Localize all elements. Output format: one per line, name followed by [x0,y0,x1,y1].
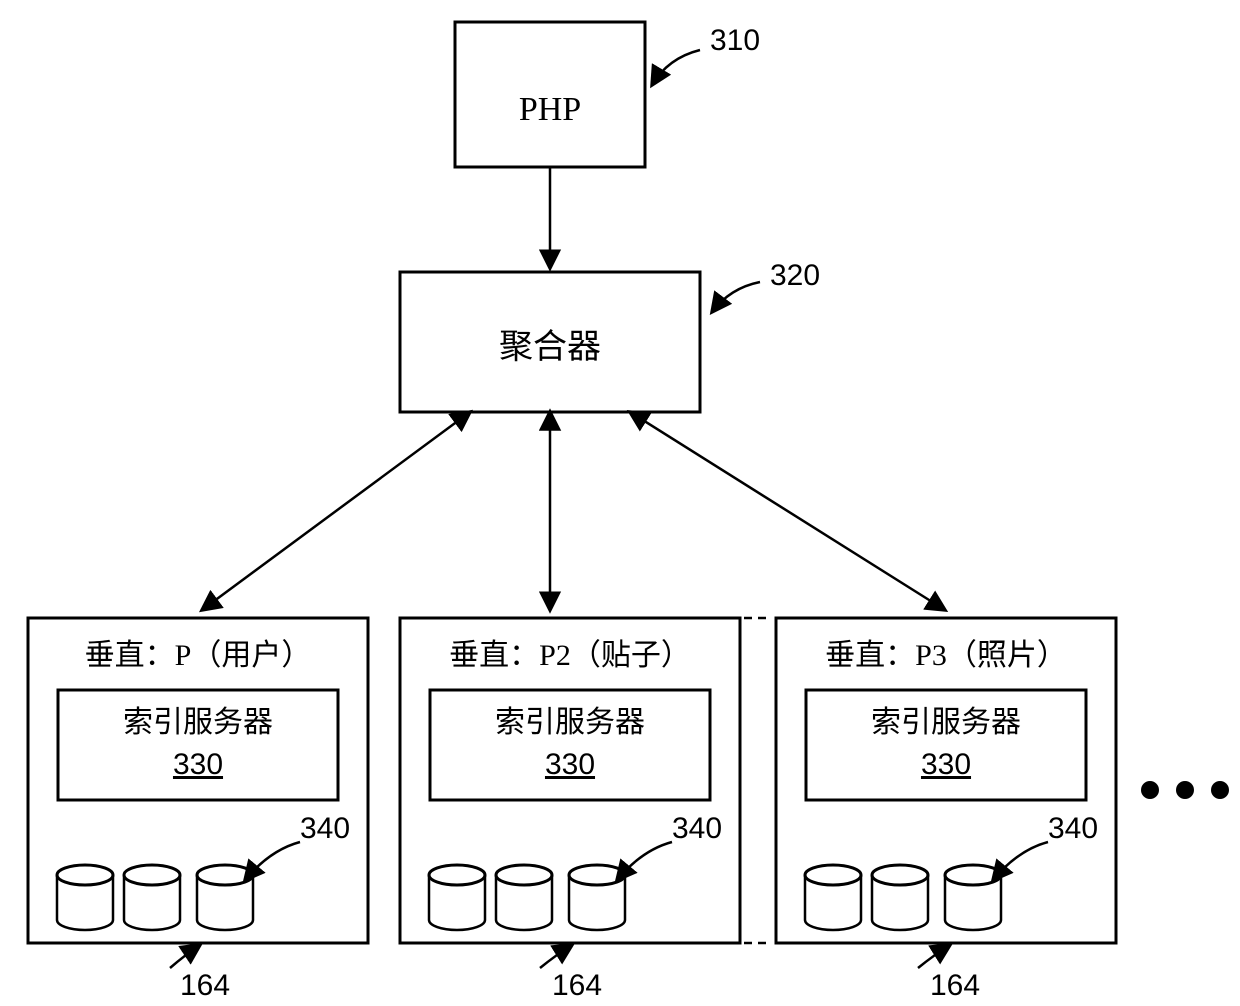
vertical-3: 垂直：P3（照片） 索引服务器 330 340 164 [776,618,1116,1002]
ref-164-2: 164 [552,969,602,1002]
callout-164-1 [170,945,200,968]
cylinder-1a [57,865,113,930]
cylinder-2b [496,865,552,930]
cylinder-2c [569,865,625,930]
vertical-3-title: 垂直：P3（照片） [825,639,1067,672]
cylinder-3c [945,865,1001,930]
system-architecture-diagram: PHP 310 聚合器 320 垂直：P（用户） 索引服务器 330 340 [0,0,1240,1006]
vertical-2: 垂直：P2（贴子） 索引服务器 330 340 164 [400,618,740,1002]
ref-164-3: 164 [930,969,980,1002]
cylinder-3a [805,865,861,930]
ref-320: 320 [770,259,820,292]
ref-340-2: 340 [672,812,722,845]
more-icon [1141,781,1229,799]
vertical-1: 垂直：P（用户） 索引服务器 330 340 164 [28,618,368,1002]
callout-164-3 [918,945,950,968]
index-server-number-1: 330 [173,748,223,781]
callout-310 [652,50,700,85]
cylinder-1c [197,865,253,930]
callout-320 [712,282,760,312]
index-server-label-1: 索引服务器 [123,706,273,739]
vertical-2-title: 垂直：P2（贴子） [449,639,691,672]
cylinder-2a [429,865,485,930]
ref-164-1: 164 [180,969,230,1002]
ref-340-3: 340 [1048,812,1098,845]
index-server-number-2: 330 [545,748,595,781]
arrow-agg-v3 [630,412,945,610]
ref-310: 310 [710,24,760,57]
callout-164-2 [540,945,572,968]
index-server-label-3: 索引服务器 [871,706,1021,739]
cylinder-3b [872,865,928,930]
index-server-number-3: 330 [921,748,971,781]
index-server-label-2: 索引服务器 [495,706,645,739]
arrow-agg-v1 [202,412,470,610]
aggregator-label: 聚合器 [499,328,601,366]
ref-340-1: 340 [300,812,350,845]
php-label: PHP [519,91,581,128]
vertical-1-title: 垂直：P（用户） [85,639,312,672]
cylinder-1b [124,865,180,930]
